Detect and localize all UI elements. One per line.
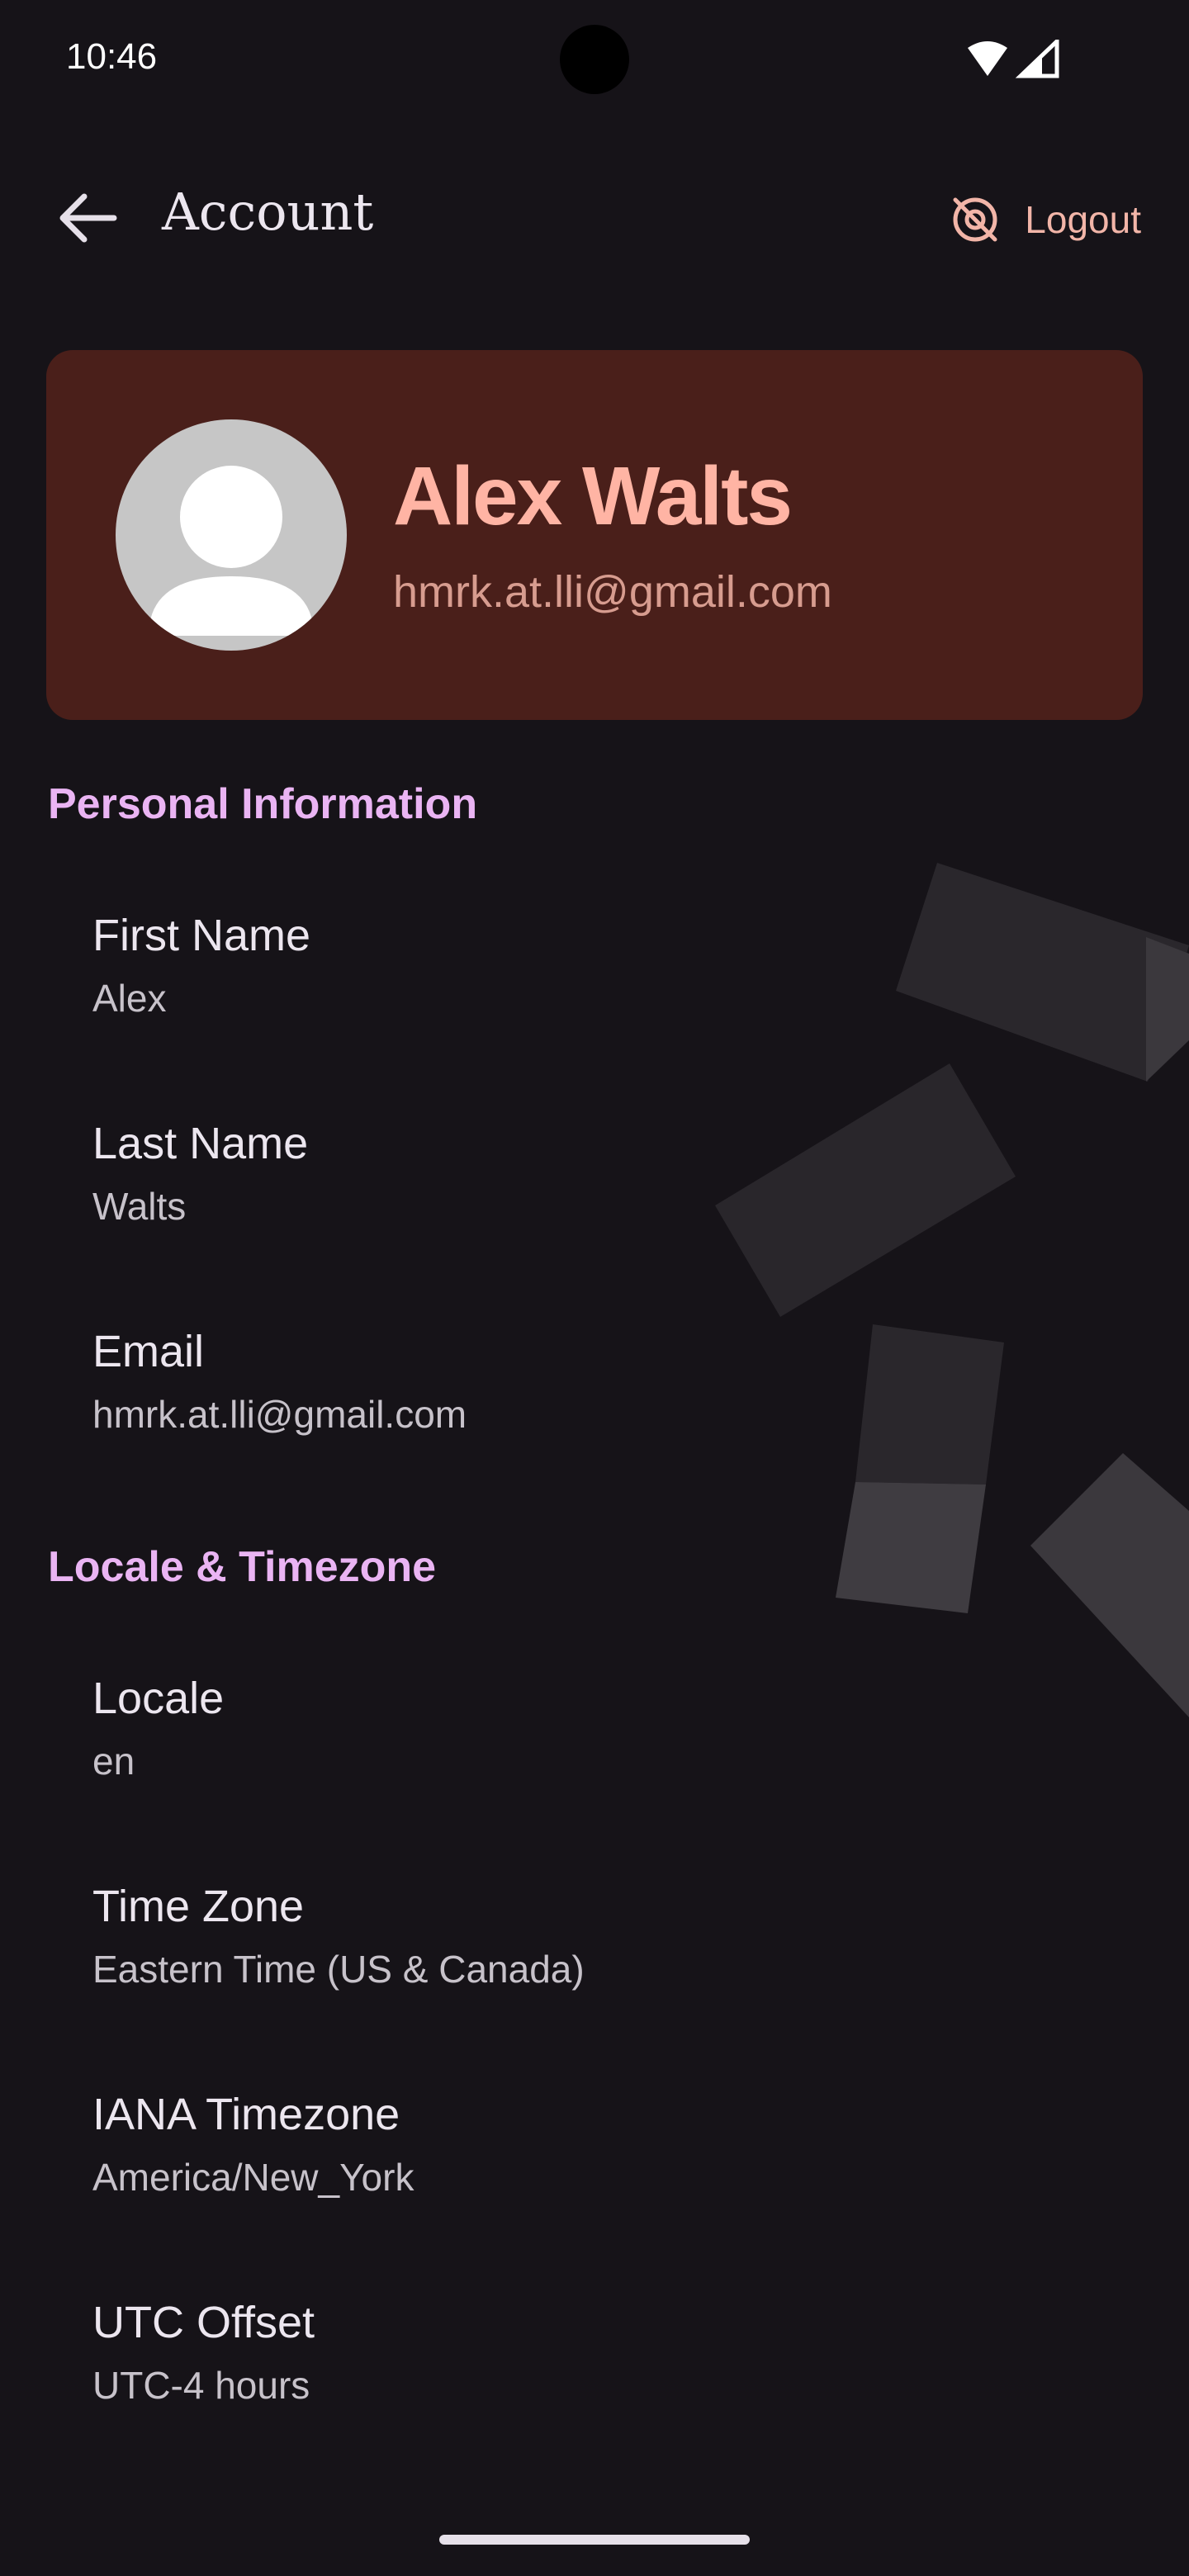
page-title: Account	[162, 182, 374, 242]
field-value: Walts	[92, 1185, 187, 1228]
status-icons	[966, 36, 1065, 81]
field-value: Alex	[92, 977, 167, 1020]
field-first-name[interactable]: First Name Alex	[92, 913, 836, 1017]
field-label: Email	[92, 1327, 205, 1376]
status-bar: 10:46	[0, 0, 1189, 124]
arrow-back-icon	[59, 193, 117, 243]
field-value: hmrk.at.lli@gmail.com	[92, 1393, 467, 1436]
field-label: Last Name	[92, 1119, 309, 1168]
field-value: UTC-4 hours	[92, 2364, 310, 2407]
field-label: First Name	[92, 911, 311, 960]
logout-button[interactable]: Logout	[949, 178, 1141, 261]
field-value: America/New_York	[92, 2156, 414, 2199]
profile-name: Alex Walts	[393, 450, 793, 542]
field-label: IANA Timezone	[92, 2090, 400, 2139]
back-button[interactable]	[46, 177, 129, 259]
field-label: Time Zone	[92, 1882, 305, 1931]
location-off-icon	[953, 197, 997, 242]
person-icon	[149, 466, 314, 636]
home-indicator[interactable]	[439, 2535, 750, 2545]
field-email[interactable]: Email hmrk.at.lli@gmail.com	[92, 1329, 836, 1433]
field-time-zone[interactable]: Time Zone Eastern Time (US & Canada)	[92, 1884, 836, 1988]
avatar	[116, 419, 347, 651]
field-iana-timezone[interactable]: IANA Timezone America/New_York	[92, 2092, 836, 2196]
section-title-locale-timezone: Locale & Timezone	[48, 1543, 437, 1591]
status-time: 10:46	[66, 36, 158, 77]
field-label: UTC Offset	[92, 2298, 315, 2347]
profile-email: hmrk.at.lli@gmail.com	[393, 567, 832, 617]
field-value: Eastern Time (US & Canada)	[92, 1948, 585, 1991]
field-last-name[interactable]: Last Name Walts	[92, 1121, 836, 1225]
section-title-personal-information: Personal Information	[48, 780, 478, 828]
profile-card: Alex Walts hmrk.at.lli@gmail.com	[46, 350, 1143, 720]
wifi-icon	[968, 41, 1007, 76]
field-locale[interactable]: Locale en	[92, 1676, 836, 1780]
logout-label: Logout	[1025, 198, 1141, 241]
app-bar: Account Logout	[0, 157, 1189, 272]
field-utc-offset[interactable]: UTC Offset UTC-4 hours	[92, 2300, 836, 2404]
field-label: Locale	[92, 1674, 225, 1723]
camera-cutout	[560, 25, 629, 94]
field-value: en	[92, 1740, 135, 1783]
cell-signal-icon	[1015, 36, 1059, 78]
